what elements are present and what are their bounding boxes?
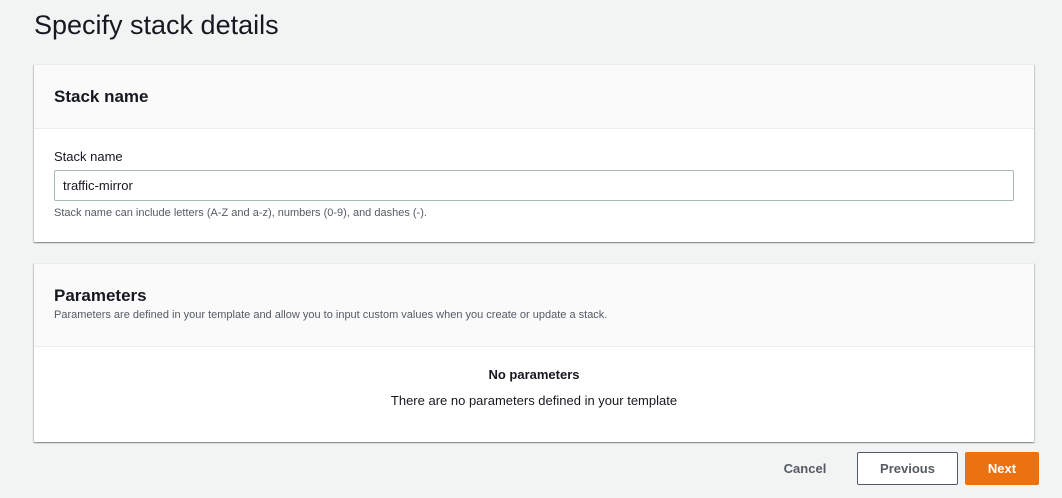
stack-name-hint: Stack name can include letters (A-Z and … bbox=[54, 207, 427, 219]
previous-button[interactable]: Previous bbox=[857, 452, 958, 485]
cancel-button[interactable]: Cancel bbox=[766, 452, 844, 485]
empty-state-description: There are no parameters defined in your … bbox=[390, 393, 678, 408]
stack-name-field-label: Stack name bbox=[54, 149, 123, 164]
empty-state-title: No parameters bbox=[488, 367, 580, 382]
next-button[interactable]: Next bbox=[965, 452, 1039, 485]
parameters-description: Parameters are defined in your template … bbox=[54, 309, 608, 321]
stack-name-input[interactable] bbox=[54, 170, 1014, 201]
parameters-panel: Parameters Parameters are defined in you… bbox=[34, 263, 1034, 442]
stack-name-heading: Stack name bbox=[54, 86, 149, 106]
page: Specify stack details Stack name Stack n… bbox=[0, 0, 1062, 498]
parameters-panel-header: Parameters Parameters are defined in you… bbox=[34, 264, 1034, 347]
stack-name-panel-body: Stack name Stack name can include letter… bbox=[34, 129, 1034, 219]
parameters-empty-state: No parameters There are no parameters de… bbox=[34, 347, 1034, 408]
stack-name-panel: Stack name Stack name Stack name can inc… bbox=[34, 64, 1034, 242]
parameters-heading: Parameters bbox=[54, 286, 147, 305]
stack-name-panel-header: Stack name bbox=[34, 65, 1034, 129]
page-title: Specify stack details bbox=[34, 10, 279, 40]
